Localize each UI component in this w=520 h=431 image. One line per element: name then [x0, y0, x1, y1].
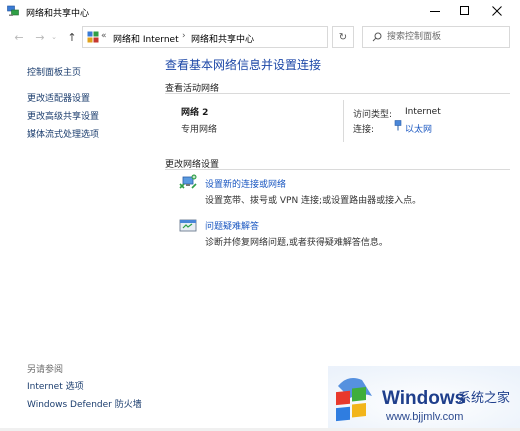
sidebar-link-adapter-settings[interactable]: 更改适配器设置	[27, 91, 90, 104]
control-panel-window: 网络和共享中心 ← → ⌄ ↑ « 网络和 Internet › 网络和共享中心…	[0, 0, 520, 428]
watermark-text: 系统之家	[458, 390, 510, 406]
sidebar-home-link[interactable]: 控制面板主页	[27, 65, 81, 78]
divider	[165, 169, 510, 170]
access-type-value: Internet	[405, 107, 441, 117]
new-connection-icon	[179, 174, 197, 189]
breadcrumb-separator[interactable]: ›	[182, 31, 186, 41]
control-panel-icon	[87, 31, 99, 43]
network-name: 网络 2	[181, 108, 209, 118]
up-arrow-icon: ↑	[67, 30, 77, 44]
overflow-chevron[interactable]: «	[101, 31, 107, 41]
maximize-button[interactable]	[448, 0, 482, 22]
breadcrumb-sharing-center[interactable]: 网络和共享中心	[191, 32, 254, 45]
close-button[interactable]	[480, 0, 514, 22]
navigation-bar: ← → ⌄ ↑ « 网络和 Internet › 网络和共享中心 ↻	[0, 22, 520, 52]
recent-locations-button[interactable]: ⌄	[50, 30, 58, 44]
watermark-logo: Windows 系统之家 www.bjjmlv.com	[328, 366, 520, 428]
ethernet-connection-link[interactable]: 以太网	[405, 122, 432, 135]
up-button[interactable]: ↑	[65, 30, 79, 44]
see-also-label: 另请参阅	[27, 365, 64, 375]
connections-label: 连接:	[353, 125, 375, 135]
see-also-defender-firewall[interactable]: Windows Defender 防火墙	[27, 397, 142, 410]
maximize-icon	[460, 6, 469, 15]
network-center-icon	[7, 5, 19, 16]
sidebar-link-media-streaming[interactable]: 媒体流式处理选项	[27, 127, 99, 140]
windows-system-home-logo: Windows 系统之家 www.bjjmlv.com	[328, 366, 520, 428]
watermark-brand: Windows	[382, 388, 465, 409]
minimize-icon	[430, 11, 440, 12]
troubleshoot-description: 诊断并修复网络问题,或者获得疑难解答信息。	[205, 238, 388, 248]
page-title: 查看基本网络信息并设置连接	[165, 58, 322, 72]
ethernet-icon	[394, 120, 402, 131]
back-button[interactable]: ←	[12, 30, 26, 44]
close-icon	[492, 6, 502, 16]
back-arrow-icon: ←	[14, 30, 24, 44]
see-also-internet-options[interactable]: Internet 选项	[27, 379, 84, 392]
setup-new-connection-link[interactable]: 设置新的连接或网络	[205, 177, 286, 190]
address-box[interactable]: « 网络和 Internet › 网络和共享中心	[82, 26, 405, 48]
breadcrumb-network-internet[interactable]: 网络和 Internet	[113, 32, 179, 45]
search-box[interactable]	[362, 26, 510, 48]
title-bar[interactable]: 网络和共享中心	[0, 0, 520, 22]
refresh-button[interactable]: ↻	[332, 26, 354, 48]
window-title: 网络和共享中心	[26, 9, 90, 19]
refresh-icon: ↻	[338, 31, 348, 43]
watermark-url: www.bjjmlv.com	[385, 411, 463, 423]
minimize-button[interactable]	[418, 0, 452, 22]
troubleshoot-icon	[179, 219, 197, 232]
access-type-label: 访问类型:	[353, 110, 393, 120]
search-input[interactable]	[387, 30, 503, 43]
divider	[165, 93, 510, 94]
divider	[343, 100, 344, 142]
chevron-down-icon: ⌄	[51, 33, 57, 41]
sidebar-link-advanced-sharing[interactable]: 更改高级共享设置	[27, 109, 99, 122]
forward-arrow-icon: →	[35, 30, 45, 44]
forward-button[interactable]: →	[33, 30, 47, 44]
search-icon	[372, 32, 382, 42]
troubleshoot-link[interactable]: 问题疑难解答	[205, 219, 259, 232]
setup-new-connection-description: 设置宽带、拨号或 VPN 连接;或设置路由器或接入点。	[205, 196, 422, 206]
network-type: 专用网络	[181, 125, 218, 135]
